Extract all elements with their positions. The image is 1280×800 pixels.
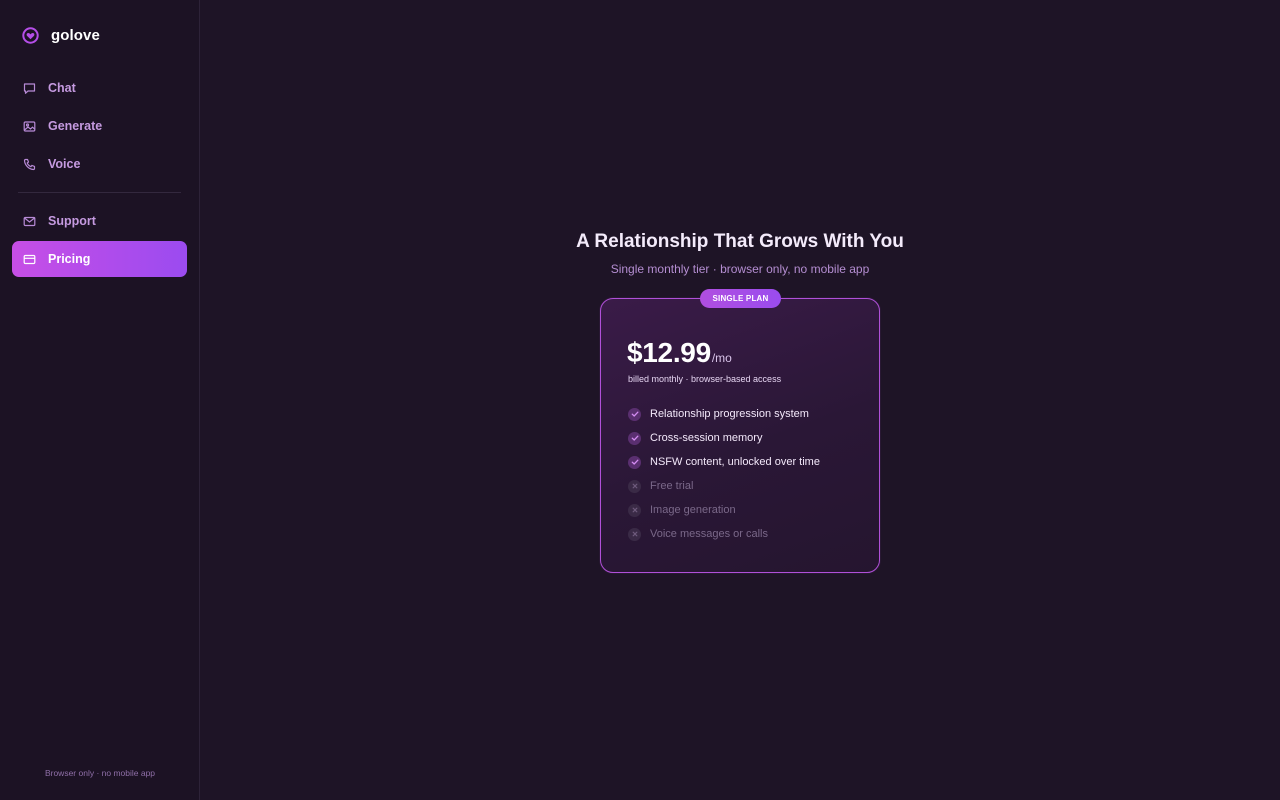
- price-unit: /mo: [711, 351, 732, 365]
- sidebar-footer-note: Browser only · no mobile app: [44, 768, 156, 778]
- sidebar-item-label: Pricing: [48, 252, 91, 266]
- feature-label: NSFW content, unlocked over time: [650, 456, 820, 468]
- list-item: Voice messages or calls: [628, 522, 820, 546]
- sidebar-item-label: Support: [48, 214, 96, 228]
- main-content: A Relationship That Grows With You Singl…: [200, 0, 1280, 800]
- list-item: Free trial: [628, 474, 820, 498]
- x-icon: [628, 479, 641, 493]
- sidebar-item-voice[interactable]: Voice: [12, 146, 187, 182]
- sidebar-item-generate[interactable]: Generate: [12, 108, 187, 144]
- check-icon: [628, 407, 641, 421]
- plan-badge: SINGLE PLAN: [700, 289, 781, 308]
- billing-note: billed monthly · browser-based access: [628, 374, 782, 384]
- x-icon: [628, 527, 641, 541]
- sidebar-item-label: Generate: [48, 119, 103, 133]
- sidebar-item-support[interactable]: Support: [12, 203, 187, 239]
- feature-label: Voice messages or calls: [650, 528, 768, 540]
- heart-logo-icon: [22, 27, 39, 44]
- brand-name: golove: [51, 27, 100, 44]
- brand-logo[interactable]: golove: [22, 27, 100, 44]
- phone-icon: [23, 158, 36, 170]
- x-icon: [628, 503, 641, 517]
- sidebar-item-label: Voice: [48, 157, 81, 171]
- pricing-card: SINGLE PLAN $12.99 /mo billed monthly · …: [600, 289, 880, 573]
- feature-label: Free trial: [650, 480, 694, 492]
- sidebar: golove Chat Generate Voice Support Prici…: [0, 0, 200, 800]
- chat-bubble-icon: [23, 82, 36, 94]
- check-icon: [628, 455, 641, 469]
- feature-list: Relationship progression system Cross-se…: [628, 402, 820, 546]
- list-item: NSFW content, unlocked over time: [628, 450, 820, 474]
- page-subtitle: Single monthly tier · browser only, no m…: [610, 262, 870, 276]
- credit-card-icon: [23, 254, 36, 264]
- sidebar-divider: [18, 192, 181, 193]
- sidebar-item-pricing[interactable]: Pricing: [12, 241, 187, 277]
- price-amount: $12.99: [627, 337, 711, 368]
- list-item: Cross-session memory: [628, 426, 820, 450]
- feature-label: Image generation: [650, 504, 736, 516]
- sidebar-item-label: Chat: [48, 81, 76, 95]
- sidebar-item-chat[interactable]: Chat: [12, 70, 187, 106]
- list-item: Image generation: [628, 498, 820, 522]
- check-icon: [628, 431, 641, 445]
- feature-label: Cross-session memory: [650, 432, 763, 444]
- plan-price: $12.99 /mo: [627, 337, 732, 369]
- page-title: A Relationship That Grows With You: [576, 231, 904, 252]
- image-icon: [23, 120, 36, 132]
- mail-icon: [23, 216, 36, 226]
- feature-label: Relationship progression system: [650, 408, 809, 420]
- list-item: Relationship progression system: [628, 402, 820, 426]
